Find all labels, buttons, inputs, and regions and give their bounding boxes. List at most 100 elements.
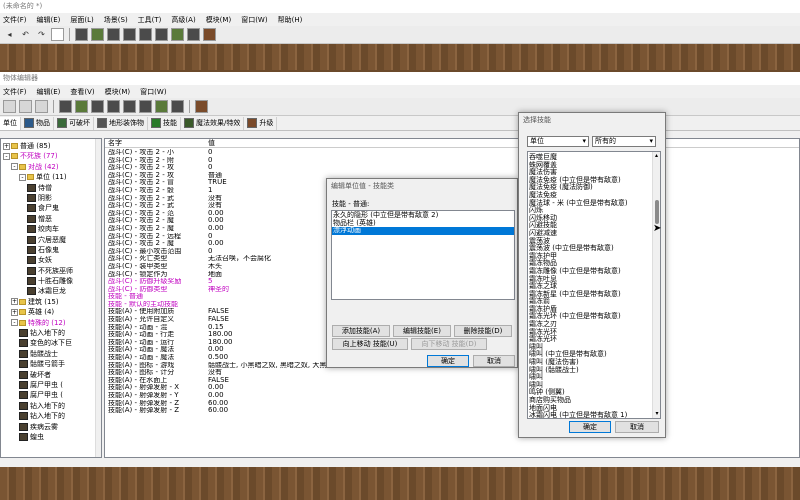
tree-item[interactable]: + 建筑 (15) <box>1 297 101 307</box>
tree-item[interactable]: 腐尸甲虫 ( <box>1 380 101 390</box>
sound-editor-icon[interactable] <box>171 28 184 41</box>
property-row[interactable]: 技能(A) - 图标 - 计分 没有 <box>108 369 799 377</box>
oe-menu-edit[interactable]: 编辑(E) <box>37 87 61 97</box>
map-viewport-bottom[interactable] <box>0 467 800 500</box>
tab-abilities[interactable]: 技能 <box>148 116 181 130</box>
tree-item[interactable]: 腐尸甲虫 ( <box>1 390 101 400</box>
ability-selection-list[interactable]: 吞噬巨魔 蛛网覆盖 魔法伤害 魔法免疫 (中立但是带有敌意) 魔法免疫 (魔法防御) 魔法… <box>527 151 661 419</box>
oe-menu-view[interactable]: 查看(V) <box>70 87 94 97</box>
oe-unit-icon[interactable] <box>75 100 88 113</box>
edit-dialog-cancel-button[interactable]: 取消 <box>473 355 515 367</box>
tree-item[interactable]: - 单位 (11) <box>1 172 101 182</box>
oe-region-icon[interactable] <box>107 100 120 113</box>
tab-buffs[interactable]: 魔法效果/特效 <box>181 116 245 130</box>
oe-menu-module[interactable]: 模块(M) <box>105 87 131 97</box>
tree-item[interactable]: 不死族巫师 <box>1 266 101 276</box>
expand-icon[interactable]: + <box>3 142 10 150</box>
ability-list-item[interactable]: 漂浮动画 <box>332 227 514 235</box>
property-row[interactable]: 战斗(C) - 攻击 2 - 附 0 <box>108 157 799 165</box>
type-filter-select[interactable]: 所有的 <box>592 136 656 147</box>
menu-advanced[interactable]: 高级(A) <box>171 15 195 25</box>
menu-edit[interactable]: 编辑(E) <box>37 15 61 25</box>
tab-destructibles[interactable]: 可破坏 <box>54 116 94 130</box>
new-object-icon[interactable] <box>3 100 16 113</box>
tree-item[interactable]: - 对战 (42) <box>1 162 101 172</box>
oe-menu-window[interactable]: 窗口(W) <box>140 87 166 97</box>
unit-palette-icon[interactable] <box>91 28 104 41</box>
property-row[interactable]: 技能(A) - 射弹发射 - Y 0.00 <box>108 392 799 400</box>
oe-menu-file[interactable]: 文件(F) <box>3 87 27 97</box>
expand-icon[interactable]: + <box>11 308 18 316</box>
select-icon[interactable] <box>51 28 64 41</box>
ability-option[interactable]: 霜冻光环 <box>528 336 660 344</box>
oe-terrain-icon[interactable] <box>59 100 72 113</box>
menu-tools[interactable]: 工具(T) <box>138 15 162 25</box>
menu-module[interactable]: 模块(M) <box>206 15 232 25</box>
menu-layer[interactable]: 层面(L) <box>70 15 93 25</box>
tab-items[interactable]: 物品 <box>21 116 54 130</box>
race-filter-select[interactable]: 单位 <box>527 136 589 147</box>
terrain-palette-icon[interactable] <box>75 28 88 41</box>
tree-item[interactable]: 破坏者 <box>1 370 101 380</box>
ability-option[interactable]: 啸叫 <box>528 374 660 382</box>
tree-item[interactable]: 骷髅战士 <box>1 349 101 359</box>
property-row[interactable]: 技能(A) - 射弹发射 - Z 60.00 <box>108 400 799 408</box>
scroll-left-icon[interactable]: ◂ <box>3 28 16 41</box>
tree-item[interactable]: 冰霜巨龙 <box>1 286 101 296</box>
property-row[interactable]: 技能(A) - 射弹发射 - X 0.00 <box>108 384 799 392</box>
tab-upgrades[interactable]: 升级 <box>244 116 278 130</box>
collapse-icon[interactable]: - <box>3 152 10 160</box>
menu-file[interactable]: 文件(F) <box>3 15 27 25</box>
paste-object-icon[interactable] <box>35 100 48 113</box>
oe-trigger-icon[interactable] <box>139 100 152 113</box>
collapse-icon[interactable]: - <box>11 319 18 327</box>
oe-doodad-icon[interactable] <box>91 100 104 113</box>
tab-units[interactable]: 单位 <box>0 116 21 130</box>
edit-ability-button[interactable]: 编辑技能(E) <box>393 325 451 337</box>
scrollbar-up-icon[interactable]: ▴ <box>653 152 660 160</box>
object-tree[interactable]: + 普通 (85) - 不死族 (77) - 对战 (42) - 单位 (11) 侍僧 阴影 食尸鬼… <box>0 138 102 458</box>
camera-palette-icon[interactable] <box>139 28 152 41</box>
scrollbar-thumb[interactable] <box>655 200 659 224</box>
tree-item[interactable]: 绞肉车 <box>1 224 101 234</box>
collapse-icon[interactable]: - <box>19 173 26 181</box>
ability-option[interactable]: 魔法球 - 米 (中立但是带有敌意) <box>528 199 660 208</box>
undo-icon[interactable]: ↶ <box>19 28 32 41</box>
move-up-button[interactable]: 向上移动 技能(U) <box>332 338 408 350</box>
collapse-icon[interactable]: - <box>11 163 18 171</box>
tree-item[interactable]: 钻入地下的 <box>1 401 101 411</box>
tree-item[interactable]: 变色的冰下巨 <box>1 338 101 348</box>
tree-item[interactable]: 钻入地下的 <box>1 328 101 338</box>
trigger-editor-icon[interactable] <box>155 28 168 41</box>
property-row[interactable]: 技能(A) - 在水面上 FALSE <box>108 377 799 385</box>
tree-item[interactable]: 石像鬼 <box>1 245 101 255</box>
menu-help[interactable]: 帮助(H) <box>278 15 303 25</box>
tab-doodads[interactable]: 地形装饰物 <box>94 116 148 130</box>
tree-item[interactable]: - 不死族 (77) <box>1 151 101 161</box>
tree-item[interactable]: 疾病云雾 <box>1 422 101 432</box>
tree-item[interactable]: + 普通 (85) <box>1 141 101 151</box>
property-row[interactable]: 战斗(C) - 攻击 2 - 攻 0 <box>108 164 799 172</box>
oe-object-icon[interactable] <box>171 100 184 113</box>
add-ability-button[interactable]: 添加技能(A) <box>332 325 390 337</box>
doodad-palette-icon[interactable] <box>107 28 120 41</box>
tree-item[interactable]: 侍僧 <box>1 183 101 193</box>
tree-item[interactable]: 骷髅弓箭手 <box>1 359 101 369</box>
remove-ability-button[interactable]: 删除技能(D) <box>454 325 512 337</box>
select-dialog-ok-button[interactable]: 确定 <box>569 421 611 433</box>
tree-item[interactable]: 阴影 <box>1 193 101 203</box>
select-dialog-cancel-button[interactable]: 取消 <box>615 421 659 433</box>
tree-item[interactable]: 食尸鬼 <box>1 203 101 213</box>
map-viewport-top[interactable] <box>0 44 800 70</box>
oe-test-map-icon[interactable] <box>195 100 208 113</box>
tree-item[interactable]: 穴居恶魔 <box>1 235 101 245</box>
tree-item[interactable]: 钻入地下的 <box>1 411 101 421</box>
oe-camera-icon[interactable] <box>123 100 136 113</box>
tree-item[interactable]: - 特殊的 (12) <box>1 318 101 328</box>
tree-item[interactable]: + 英雄 (4) <box>1 307 101 317</box>
property-row[interactable]: 技能(A) - 射弹发射 - Z 60.00 <box>108 407 799 415</box>
tree-item[interactable]: 憎恶 <box>1 214 101 224</box>
copy-object-icon[interactable] <box>19 100 32 113</box>
scrollbar-down-icon[interactable]: ▾ <box>653 410 660 418</box>
menu-window[interactable]: 窗口(W) <box>241 15 267 25</box>
